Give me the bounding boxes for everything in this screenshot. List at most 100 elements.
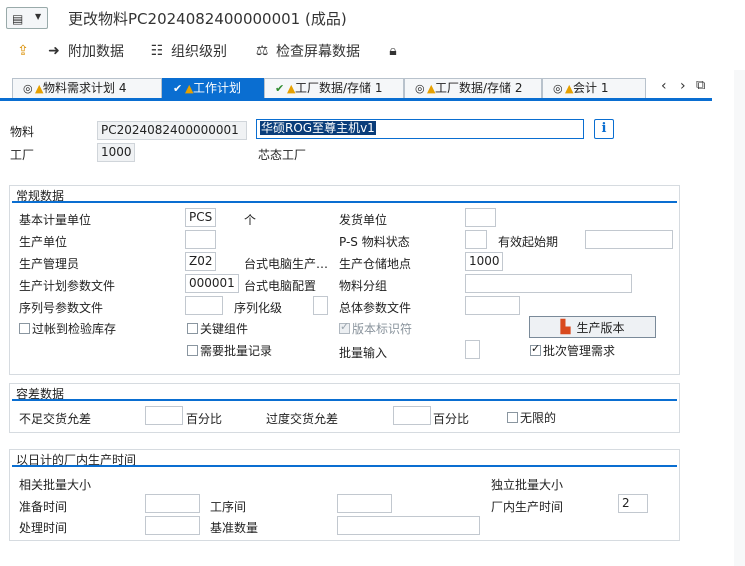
batch-record-checkbox[interactable]: 需要批量记录 xyxy=(187,342,272,359)
critical-part-checkbox[interactable]: 关键组件 xyxy=(187,320,248,337)
production-version-button[interactable]: ▙ 生产版本 xyxy=(529,316,656,338)
valid-from-label: 有效起始期 xyxy=(498,235,559,249)
menu-icon: ▤ xyxy=(12,12,24,26)
unlimited-checkbox[interactable]: 无限的 xyxy=(507,409,556,426)
prod-sloc-input[interactable]: 1000 xyxy=(465,252,503,271)
serial-profile-label: 序列号参数文件 xyxy=(19,301,104,315)
chevron-left-icon[interactable]: ‹ xyxy=(661,78,667,94)
prod-supervisor-input[interactable]: Z02 xyxy=(185,252,216,271)
prod-unit-label: 生产单位 xyxy=(19,235,68,249)
prod-sched-profile-input[interactable]: 000001 xyxy=(185,274,239,293)
checkbox-box[interactable] xyxy=(530,342,541,356)
prod-supervisor-text: 台式电脑生产… xyxy=(244,257,329,271)
under-delivery-unit: 百分比 xyxy=(186,412,223,426)
base-uom-label: 基本计量单位 xyxy=(19,213,92,227)
checkbox-label: 过帐到检验库存 xyxy=(32,322,117,336)
production-version-icon: ▙ xyxy=(560,319,571,335)
tab-underline xyxy=(0,98,712,101)
arrow-right-icon: ➜ xyxy=(48,43,60,59)
inhouse-prod-time-label: 厂内生产时间 xyxy=(491,500,564,514)
under-delivery-input[interactable] xyxy=(145,406,183,425)
base-uom-text: 个 xyxy=(244,213,257,227)
tab-accounting-1[interactable]: ◎ ▲ 会计 1 xyxy=(542,78,646,98)
interop-time-label: 工序间 xyxy=(210,500,247,514)
group-divider xyxy=(12,201,677,203)
group-divider xyxy=(12,399,677,401)
page-title: 更改物料PC2024082400000001 (成品) xyxy=(68,10,347,28)
lock-icon: 🔒︎ xyxy=(389,43,397,59)
vertical-scrollbar[interactable] xyxy=(734,70,745,566)
tab-status-icon: ◎ xyxy=(553,82,563,95)
material-description-text: 华硕ROG至尊主机v1 xyxy=(260,121,376,135)
tab-plant-storage-1[interactable]: ✔ ▲ 工厂数据/存储 1 xyxy=(264,78,404,98)
serial-level-label: 序列化级 xyxy=(234,301,283,315)
base-quantity-label: 基准数量 xyxy=(210,521,259,535)
valid-from-input[interactable] xyxy=(585,230,673,249)
ps-status-input[interactable] xyxy=(465,230,487,249)
processing-time-input[interactable] xyxy=(145,516,200,535)
tab-mrp4[interactable]: ◎ ▲ 物料需求计划 4 xyxy=(12,78,162,98)
org-levels-button[interactable]: ☷ 组织级别 xyxy=(148,41,227,61)
tab-label: 工作计划 xyxy=(193,81,242,95)
base-quantity-input[interactable] xyxy=(337,516,480,535)
info-icon[interactable]: i xyxy=(594,119,614,139)
plant-label: 工厂 xyxy=(10,148,35,162)
warning-icon: ▲ xyxy=(185,82,194,95)
warning-icon: ▲ xyxy=(287,82,296,95)
tab-status-icon: ◎ xyxy=(415,82,425,95)
lot-independent-label: 独立批量大小 xyxy=(491,478,564,492)
material-description-input[interactable]: 华硕ROG至尊主机v1 xyxy=(256,119,584,139)
tab-plant-storage-2[interactable]: ◎ ▲ 工厂数据/存储 2 xyxy=(404,78,542,98)
serial-level-input[interactable] xyxy=(313,296,328,315)
check-screen-data-button[interactable]: ⚖ 检查屏幕数据 xyxy=(253,41,360,61)
ps-status-label: P-S 物料状态 xyxy=(339,235,410,249)
material-label: 物料 xyxy=(10,125,35,139)
checkbox-box[interactable] xyxy=(187,345,198,356)
checkbox-box[interactable] xyxy=(507,412,518,423)
base-uom-input[interactable]: PCS xyxy=(185,208,216,227)
tab-label: 物料需求计划 4 xyxy=(43,81,127,95)
setup-time-label: 准备时间 xyxy=(19,500,68,514)
menu-button[interactable]: ▤ ▼ xyxy=(6,7,48,29)
over-delivery-input[interactable] xyxy=(393,406,431,425)
tab-label: 工厂数据/存储 2 xyxy=(435,81,523,95)
material-group-input[interactable] xyxy=(465,274,632,293)
checkbox-box[interactable] xyxy=(187,323,198,334)
warning-icon: ▲ xyxy=(35,82,44,95)
plant-description: 芯态工厂 xyxy=(258,148,307,162)
chevron-down-icon: ▼ xyxy=(35,12,42,21)
additional-data-button[interactable]: ➜ 附加数据 xyxy=(45,41,124,61)
post-to-insp-checkbox[interactable]: 过帐到检验库存 xyxy=(19,320,116,337)
batch-entry-input[interactable] xyxy=(465,340,480,359)
prod-sched-profile-label: 生产计划参数文件 xyxy=(19,279,116,293)
inhouse-prod-time-input[interactable]: 2 xyxy=(618,494,648,513)
issue-unit-label: 发货单位 xyxy=(339,213,388,227)
chevron-right-icon[interactable]: › xyxy=(680,78,686,94)
version-indicator-checkbox: 版本标识符 xyxy=(339,320,412,337)
interop-time-input[interactable] xyxy=(337,494,392,513)
batch-mgmt-checkbox[interactable]: 批次管理需求 xyxy=(530,342,615,359)
issue-unit-input[interactable] xyxy=(465,208,496,227)
material-number-field: PC2024082400000001 xyxy=(97,121,247,140)
checkbox-box xyxy=(339,320,350,334)
tab-work-scheduling[interactable]: ✔ ▲ 工作计划 xyxy=(162,78,264,98)
checkbox-label: 需要批量记录 xyxy=(200,344,273,358)
overall-profile-label: 总体参数文件 xyxy=(339,301,412,315)
tab-status-icon: ✔ xyxy=(173,82,183,95)
checkbox-box[interactable] xyxy=(19,323,30,334)
prod-unit-input[interactable] xyxy=(185,230,216,249)
switch-view-button[interactable]: ⇪ xyxy=(14,41,37,61)
check-screen-data-label: 检查屏幕数据 xyxy=(276,44,360,60)
overall-profile-input[interactable] xyxy=(465,296,520,315)
under-delivery-label: 不足交货允差 xyxy=(19,412,92,426)
tab-list-icon[interactable]: ⧉ xyxy=(696,78,705,93)
setup-time-input[interactable] xyxy=(145,494,200,513)
serial-profile-input[interactable] xyxy=(185,296,223,315)
warning-icon: ▲ xyxy=(427,82,436,95)
checkbox-label: 关键组件 xyxy=(200,322,249,336)
lock-button[interactable]: 🔒︎ xyxy=(384,41,407,61)
material-group-label: 物料分组 xyxy=(339,279,388,293)
production-version-label: 生产版本 xyxy=(576,320,625,335)
switch-icon: ⇪ xyxy=(17,43,29,59)
plant-field: 1000 xyxy=(97,143,135,162)
